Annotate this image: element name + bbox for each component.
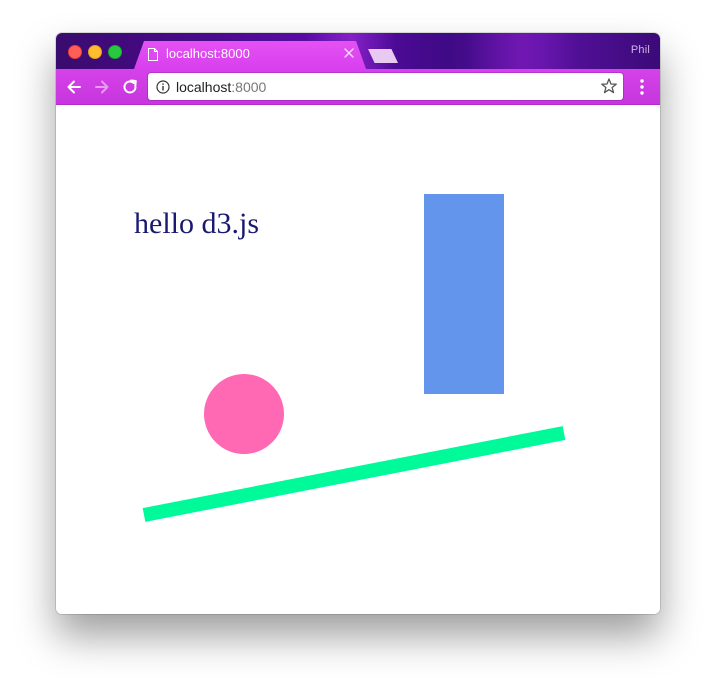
profile-name[interactable]: Phil [631,44,650,56]
tab-title: localhost:8000 [166,46,250,61]
info-icon[interactable] [156,80,170,94]
page-content: hello d3.js [56,105,660,614]
close-icon[interactable] [342,45,356,61]
browser-window: localhost:8000 Phil localhost:8000 hello… [56,33,660,614]
green-line [142,426,566,522]
address-bar[interactable]: localhost:8000 [148,73,623,100]
blue-rectangle [424,194,504,394]
back-arrow-icon[interactable] [64,77,84,97]
window-close-button[interactable] [68,45,82,59]
title-bar-decoration [466,33,576,69]
page-heading: hello d3.js [134,207,259,240]
d3-svg-canvas: hello d3.js [134,194,566,522]
window-maximize-button[interactable] [108,45,122,59]
url-host: localhost [176,79,232,95]
url-text[interactable]: localhost:8000 [176,79,266,95]
page-icon [148,48,158,61]
reload-icon[interactable] [120,77,140,97]
star-icon[interactable] [600,77,618,95]
url-port: :8000 [231,79,267,95]
window-minimize-button[interactable] [88,45,102,59]
kebab-menu-icon[interactable] [634,77,650,97]
pink-circle [204,374,284,454]
forward-arrow-icon[interactable] [92,77,112,97]
